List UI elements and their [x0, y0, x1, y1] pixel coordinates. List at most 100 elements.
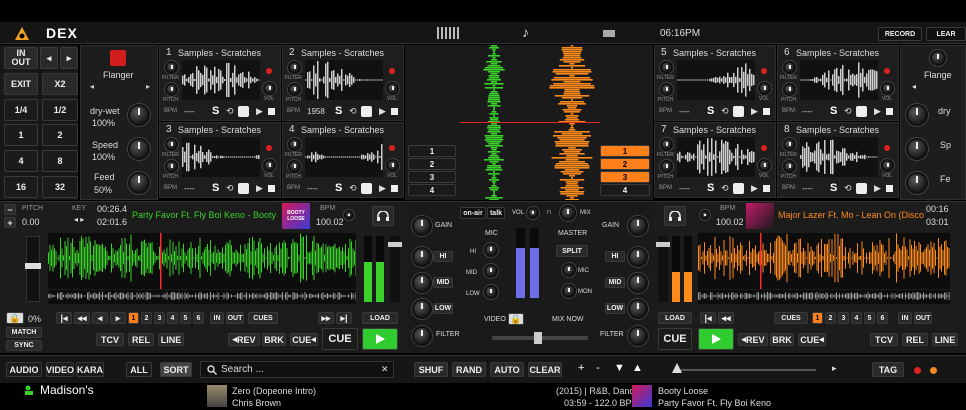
sampler-waveform[interactable]: [182, 137, 260, 177]
sampler-slot[interactable]: 4 Samples - Scratches FILTER PITCH VOL BPM ---…: [282, 122, 404, 198]
browser-tab-audio[interactable]: AUDIO: [6, 362, 42, 377]
sampler-record-dot-icon[interactable]: [884, 68, 890, 74]
left-hotcue-button[interactable]: 2: [141, 312, 152, 324]
center-left-deck-number[interactable]: 2: [408, 158, 456, 170]
left-hotcue-button[interactable]: 6: [193, 312, 204, 324]
sampler-play-icon[interactable]: ▶: [751, 106, 758, 117]
sampler-pitch-knob[interactable]: [660, 160, 673, 173]
sampler-pitch-knob[interactable]: [660, 83, 673, 96]
center-left-deck-number[interactable]: 3: [408, 171, 456, 183]
right-hi-knob[interactable]: [628, 247, 648, 267]
search-close-icon[interactable]: ✕: [381, 364, 389, 375]
brk-right-button[interactable]: BRK: [770, 333, 794, 346]
sampler-stop-icon[interactable]: [391, 185, 398, 192]
loop-size-8[interactable]: 8: [42, 150, 78, 172]
center-right-deck-number[interactable]: 4: [600, 184, 650, 196]
sampler-headphone-icon[interactable]: [733, 106, 744, 117]
sampler-waveform[interactable]: [305, 137, 383, 177]
cues-button[interactable]: CUES: [248, 312, 278, 324]
sampler-loop-icon[interactable]: ⟲: [721, 183, 729, 194]
sampler-play-icon[interactable]: ▶: [256, 106, 263, 117]
sampler-record-dot-icon[interactable]: [389, 68, 395, 74]
left-volume-fader[interactable]: [388, 236, 402, 302]
talk-button[interactable]: talk: [487, 207, 505, 219]
rand-button[interactable]: RAND: [452, 362, 486, 377]
auto-button[interactable]: AUTO: [490, 362, 524, 377]
sampler-s-button[interactable]: S: [830, 105, 837, 117]
right-effect-power-icon[interactable]: [930, 50, 946, 66]
tag-button[interactable]: TAG: [872, 362, 904, 377]
sampler-loop-icon[interactable]: ⟲: [349, 106, 357, 117]
right-hi-label[interactable]: HI: [605, 251, 625, 262]
left-hotcue-button[interactable]: 3: [154, 312, 165, 324]
pitch-plus-button[interactable]: +: [4, 217, 16, 228]
rev-left-button[interactable]: ◂ REV: [228, 333, 260, 346]
sampler-loop-icon[interactable]: ⟲: [349, 183, 357, 194]
cue-left-button[interactable]: CUE: [322, 328, 358, 350]
autoplay-arrow-icon[interactable]: ▸: [832, 363, 837, 374]
add-icon[interactable]: +: [578, 362, 584, 374]
right-mid-label[interactable]: MID: [605, 277, 625, 288]
right-deck-waveform[interactable]: [698, 233, 950, 289]
loop-size-1-2[interactable]: 1/2: [42, 99, 78, 121]
arrow-left-icon[interactable]: ◂: [40, 47, 58, 69]
right-overview-waveform[interactable]: [698, 290, 950, 304]
loop-size-2[interactable]: 2: [42, 124, 78, 146]
right-rewind-icon[interactable]: ◂◂: [718, 312, 734, 324]
sampler-pitch-knob[interactable]: [288, 160, 301, 173]
sampler-pitch-knob[interactable]: [288, 83, 301, 96]
sampler-pitch-knob[interactable]: [165, 83, 178, 96]
sampler-headphone-icon[interactable]: [733, 183, 744, 194]
sampler-pitch-knob[interactable]: [783, 83, 796, 96]
loop-size-4[interactable]: 4: [4, 150, 38, 172]
on-air-button[interactable]: on-air: [460, 207, 486, 219]
drywet-knob[interactable]: [128, 104, 150, 126]
cue-small-left-button[interactable]: CUE ◂: [290, 333, 318, 346]
mix-now-label[interactable]: MIX NOW: [552, 316, 584, 323]
load-right-button[interactable]: LOAD: [658, 312, 692, 324]
sampler-waveform[interactable]: [305, 60, 383, 100]
sampler-headphone-icon[interactable]: [238, 106, 249, 117]
right-volume-fader[interactable]: [656, 236, 670, 302]
tcv-left-button[interactable]: TCV: [96, 333, 124, 346]
move-down-icon[interactable]: ▼: [614, 362, 625, 374]
sampler-loop-icon[interactable]: ⟲: [844, 183, 852, 194]
right-filter-knob[interactable]: [628, 326, 648, 346]
sampler-slot[interactable]: 8 Samples - Scratches FILTER PITCH VOL BPM ---…: [777, 122, 899, 198]
sampler-waveform[interactable]: [677, 137, 755, 177]
sampler-slot[interactable]: 2 Samples - Scratches FILTER PITCH VOL BPM 195…: [282, 45, 404, 121]
left-deck-waveform[interactable]: [48, 233, 357, 289]
in-out-button[interactable]: IN OUT: [4, 47, 38, 69]
rewind-icon[interactable]: ◂◂: [74, 312, 90, 324]
loop-size-1-4[interactable]: 1/4: [4, 99, 38, 121]
right-low-label[interactable]: LOW: [605, 303, 625, 314]
right-drywet-knob[interactable]: [906, 104, 928, 126]
sampler-s-button[interactable]: S: [212, 182, 219, 194]
sampler-vol-knob[interactable]: [758, 159, 771, 172]
search-box[interactable]: Search ... ✕: [200, 361, 394, 378]
sampler-headphone-icon[interactable]: [856, 106, 867, 117]
sampler-vol-knob[interactable]: [263, 159, 276, 172]
sampler-headphone-icon[interactable]: [238, 183, 249, 194]
line-right-button[interactable]: LINE: [932, 333, 958, 346]
sampler-vol-knob[interactable]: [758, 82, 771, 95]
autoplay-slider[interactable]: [672, 363, 816, 373]
right-jump-start-icon[interactable]: |◂: [700, 312, 716, 324]
sampler-filter-knob[interactable]: [165, 138, 178, 151]
line-left-button[interactable]: LINE: [158, 333, 184, 346]
right-cues-button[interactable]: CUES: [774, 312, 808, 324]
right-low-knob[interactable]: [628, 299, 648, 319]
right-effect-arrows[interactable]: ◂: [912, 82, 916, 91]
sampler-slot[interactable]: 5 Samples - Scratches FILTER PITCH VOL BPM ---…: [654, 45, 776, 121]
left-hotcue-button[interactable]: 1: [128, 312, 139, 324]
sampler-slot[interactable]: 1 Samples - Scratches FILTER PITCH VOL BPM ---…: [159, 45, 281, 121]
sampler-s-button[interactable]: S: [212, 105, 219, 117]
center-right-deck-number[interactable]: 2: [600, 158, 650, 170]
sampler-stop-icon[interactable]: [886, 185, 893, 192]
right-hotcue-button[interactable]: 4: [851, 312, 862, 324]
sampler-pitch-knob[interactable]: [783, 160, 796, 173]
headphone-cue-button[interactable]: [372, 206, 394, 226]
sampler-slot[interactable]: 7 Samples - Scratches FILTER PITCH VOL BPM ---…: [654, 122, 776, 198]
rev-right-button[interactable]: ◂ REV: [738, 333, 768, 346]
browser-tab-sort[interactable]: SORT: [160, 362, 192, 377]
